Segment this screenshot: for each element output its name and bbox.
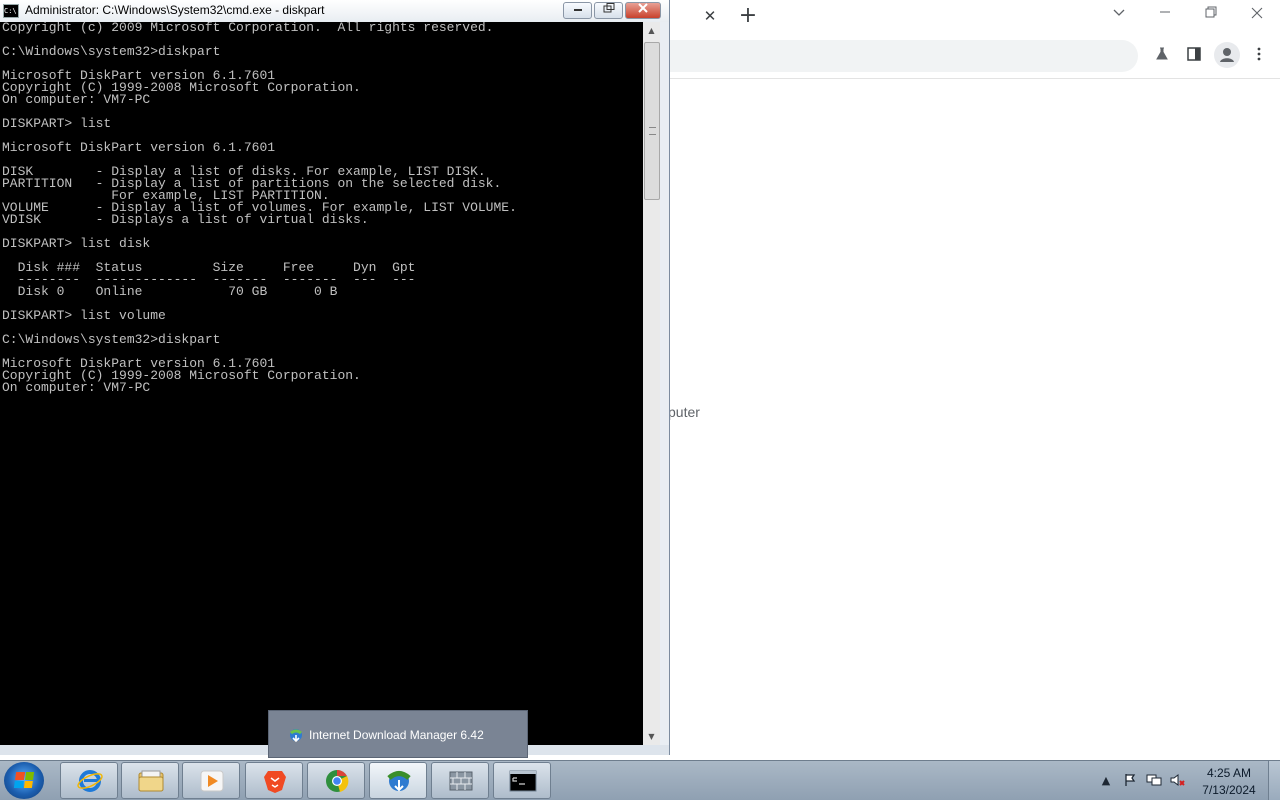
- taskbar-chrome-browser[interactable]: [307, 762, 365, 799]
- scrollbar-thumb[interactable]: [644, 42, 660, 200]
- tab-search-icon[interactable]: [1109, 4, 1129, 24]
- idm-globe-icon: [387, 771, 411, 792]
- show-hidden-icons-icon[interactable]: ▲: [1098, 773, 1114, 789]
- clock-date[interactable]: 7/13/2024: [1196, 783, 1262, 797]
- cmd-window-title: Administrator: C:\Windows\System32\cmd.e…: [25, 3, 325, 17]
- page-text-fragment: puter: [668, 404, 700, 420]
- labs-flask-icon[interactable]: [1152, 46, 1172, 66]
- cmd-app-icon: C:\: [3, 4, 19, 18]
- media-player-icon: [200, 770, 224, 792]
- network-icon[interactable]: [1146, 773, 1162, 789]
- start-button[interactable]: [4, 762, 44, 799]
- taskbar-command-prompt[interactable]: [493, 762, 551, 799]
- action-center-flag-icon[interactable]: [1122, 773, 1138, 789]
- cmd-window: C:\ Administrator: C:\Windows\System32\c…: [0, 0, 670, 755]
- brave-lion-icon: [264, 771, 286, 793]
- console-text: Copyright (c) 2009 Microsoft Corporation…: [2, 22, 517, 395]
- scroll-up-icon[interactable]: ▲: [643, 22, 660, 39]
- tab-close-icon[interactable]: ✕: [700, 6, 720, 26]
- internet-explorer-icon: [77, 770, 103, 792]
- volume-muted-icon[interactable]: [1170, 773, 1186, 789]
- console-scrollbar[interactable]: ▲ ▼: [643, 22, 660, 745]
- tooltip-label: Internet Download Manager 6.42: [309, 728, 484, 742]
- browser-minimize-button[interactable]: [1155, 4, 1175, 24]
- folder-icon: [138, 770, 164, 792]
- taskbar-media-player[interactable]: [182, 762, 240, 799]
- scroll-down-icon[interactable]: ▼: [643, 728, 660, 745]
- taskbar-brave-browser[interactable]: [245, 762, 303, 799]
- taskbar-thumbnail-tooltip[interactable]: Internet Download Manager 6.42: [268, 710, 528, 758]
- browser-restore-button[interactable]: [1201, 4, 1221, 24]
- firewall-brick-icon: [449, 771, 473, 791]
- browser-menu-icon[interactable]: [1249, 46, 1269, 66]
- taskbar-firewall[interactable]: [431, 762, 489, 799]
- taskbar: ▲ 4:25 AM 7/13/2024: [0, 760, 1280, 800]
- cmd-close-button[interactable]: [625, 2, 661, 19]
- profile-avatar-icon[interactable]: [1214, 42, 1240, 68]
- taskbar-internet-download-manager[interactable]: [369, 762, 427, 799]
- cmd-titlebar[interactable]: C:\ Administrator: C:\Windows\System32\c…: [0, 0, 669, 22]
- command-prompt-icon: [509, 770, 537, 792]
- windows-logo-icon: [13, 772, 35, 788]
- cmd-restore-button[interactable]: [594, 2, 623, 19]
- address-bar[interactable]: [640, 40, 1138, 72]
- chrome-icon: [326, 769, 349, 792]
- new-tab-button[interactable]: +: [737, 4, 759, 28]
- taskbar-windows-explorer[interactable]: [121, 762, 179, 799]
- side-panel-icon[interactable]: [1184, 46, 1204, 66]
- taskbar-internet-explorer[interactable]: [60, 762, 118, 799]
- clock-time[interactable]: 4:25 AM: [1196, 766, 1262, 780]
- cmd-minimize-button[interactable]: [563, 2, 592, 19]
- console-output[interactable]: Copyright (c) 2009 Microsoft Corporation…: [0, 22, 643, 745]
- show-desktop-button[interactable]: [1268, 761, 1280, 800]
- browser-close-button[interactable]: [1247, 4, 1267, 24]
- idm-icon: [290, 729, 302, 743]
